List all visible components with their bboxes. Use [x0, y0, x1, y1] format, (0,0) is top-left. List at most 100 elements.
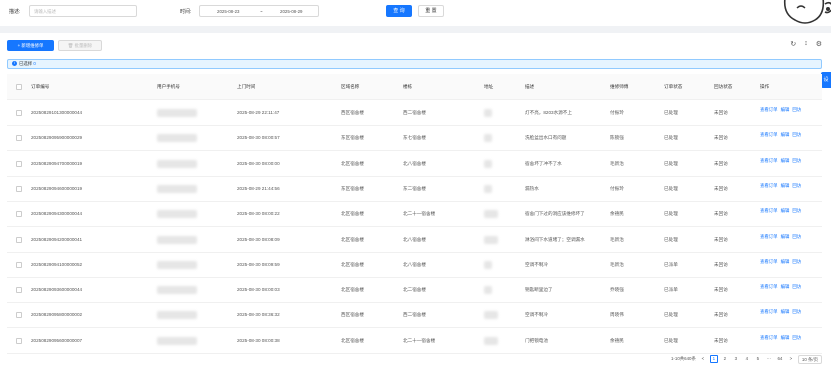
view-order-link[interactable]: 查看订单: [760, 234, 778, 239]
column-height-icon[interactable]: ↕: [804, 40, 808, 50]
desc-label: 描述:: [9, 9, 21, 15]
row-checkbox[interactable]: [16, 110, 22, 116]
actions-cell: 查看订单 编辑 回访: [760, 183, 818, 189]
pagination: 1-10共640条 < 1 2 3 4 5 ··· 64 > 10 条/页: [671, 354, 822, 364]
revisit-link[interactable]: 回访: [792, 107, 801, 112]
page-4[interactable]: 4: [743, 355, 751, 363]
worker-cell: 余禧民: [610, 337, 624, 343]
next-page-button[interactable]: >: [787, 355, 795, 363]
side-settings-tab[interactable]: 设: [821, 72, 831, 88]
add-repair-order-button[interactable]: + 新增维修单: [7, 40, 54, 51]
select-all-checkbox[interactable]: [16, 84, 22, 90]
page-1[interactable]: 1: [709, 355, 718, 363]
edit-link[interactable]: 编辑: [781, 234, 790, 239]
revisit-link[interactable]: 回访: [792, 284, 801, 289]
desc-input[interactable]: 请输入描述: [29, 5, 137, 17]
row-checkbox[interactable]: [16, 337, 22, 344]
date-start[interactable]: 2025-08-23: [217, 9, 239, 14]
reset-button[interactable]: 重 置: [418, 5, 444, 17]
date-range-picker[interactable]: 2025-08-23 ~ 2025-08-29: [199, 5, 319, 17]
view-order-link[interactable]: 查看订单: [760, 132, 778, 137]
description-cell: 宿舍门下过的洞应该维修坏了: [525, 211, 585, 217]
col-worker: 维修师傅: [610, 84, 629, 89]
date-end[interactable]: 2025-08-29: [280, 9, 302, 14]
table-row: 20250829094700000019 2025-08-30 08:00:00 北…: [7, 151, 822, 177]
row-checkbox[interactable]: [16, 261, 22, 268]
row-checkbox[interactable]: [16, 287, 22, 294]
edit-link[interactable]: 编辑: [781, 335, 790, 340]
edit-link[interactable]: 编辑: [781, 132, 790, 137]
followup-status-cell: 未回访: [714, 185, 728, 191]
followup-status-cell: 未回访: [714, 261, 728, 267]
revisit-link[interactable]: 回访: [792, 335, 801, 340]
view-order-link[interactable]: 查看订单: [760, 309, 778, 314]
revisit-link[interactable]: 回访: [792, 158, 801, 163]
revisit-link[interactable]: 回访: [792, 132, 801, 137]
delete-icon: 🗑: [67, 43, 74, 48]
query-button[interactable]: 查 询: [386, 5, 412, 17]
table-row: 20250829101300000044 2025-08-29 22:11:47 西…: [7, 100, 822, 126]
col-description: 描述: [525, 84, 535, 89]
row-checkbox[interactable]: [16, 160, 22, 167]
description-cell: 宿舍坏了冲不了水: [525, 160, 562, 166]
edit-link[interactable]: 编辑: [781, 107, 790, 112]
revisit-link[interactable]: 回访: [792, 309, 801, 314]
edit-link[interactable]: 编辑: [781, 284, 790, 289]
order-no-cell: 20250829093600000044: [31, 287, 83, 293]
building-cell: 北八宿舍楼: [403, 261, 426, 267]
row-checkbox[interactable]: [16, 211, 22, 218]
order-status-cell: 已处理: [664, 312, 678, 318]
view-order-link[interactable]: 查看订单: [760, 158, 778, 163]
row-checkbox[interactable]: [16, 135, 22, 142]
row-checkbox[interactable]: [16, 185, 22, 192]
row-checkbox[interactable]: [16, 312, 22, 319]
worker-cell: 陈锁强: [610, 135, 624, 141]
page-2[interactable]: 2: [721, 355, 729, 363]
actions-cell: 查看订单 编辑 回访: [760, 234, 818, 240]
area-cell: 西区宿舍楼: [341, 312, 364, 318]
revisit-link[interactable]: 回访: [792, 208, 801, 213]
phone-cell-redacted: [157, 336, 197, 345]
visit-time-cell: 2025-08-30 08:00:00: [237, 160, 280, 166]
view-order-link[interactable]: 查看订单: [760, 183, 778, 188]
view-order-link[interactable]: 查看订单: [760, 284, 778, 289]
prev-page-button[interactable]: <: [699, 355, 707, 363]
revisit-link[interactable]: 回访: [792, 234, 801, 239]
phone-cell-redacted: [157, 260, 197, 269]
address-cell-redacted: [484, 184, 492, 193]
edit-link[interactable]: 编辑: [781, 158, 790, 163]
building-cell: 北八宿舍楼: [403, 236, 426, 242]
view-order-link[interactable]: 查看订单: [760, 335, 778, 340]
page-size-select[interactable]: 10 条/页: [797, 354, 822, 364]
building-cell: 西二宿舍楼: [403, 110, 426, 115]
revisit-link[interactable]: 回访: [792, 259, 801, 264]
edit-link[interactable]: 编辑: [781, 259, 790, 264]
description-cell: 钥匙断里边了: [525, 287, 553, 293]
revisit-link[interactable]: 回访: [792, 183, 801, 188]
address-cell-redacted: [484, 109, 492, 117]
setting-icon[interactable]: ⚙: [816, 40, 822, 50]
order-status-cell: 已处理: [664, 160, 678, 166]
jump-next-ellipsis[interactable]: ···: [765, 355, 773, 363]
page-3[interactable]: 3: [732, 355, 740, 363]
edit-link[interactable]: 编辑: [781, 309, 790, 314]
col-order-no: 订单编号: [31, 84, 50, 89]
area-cell: 东区宿舍楼: [341, 185, 364, 191]
address-cell-redacted: [484, 159, 492, 168]
order-status-cell: 已处理: [664, 236, 678, 242]
page-5[interactable]: 5: [754, 355, 762, 363]
address-cell-redacted: [484, 336, 498, 345]
row-checkbox[interactable]: [16, 236, 22, 243]
reload-icon[interactable]: ↻: [790, 40, 796, 50]
order-status-cell: 已派单: [664, 287, 678, 293]
view-order-link[interactable]: 查看订单: [760, 208, 778, 213]
followup-status-cell: 未回访: [714, 160, 728, 166]
edit-link[interactable]: 编辑: [781, 208, 790, 213]
edit-link[interactable]: 编辑: [781, 183, 790, 188]
actions-cell: 查看订单 编辑 回访: [760, 208, 818, 214]
view-order-link[interactable]: 查看订单: [760, 107, 778, 112]
pagination-total: 1-10共640条: [670, 356, 696, 361]
page-64[interactable]: 64: [776, 355, 784, 363]
view-order-link[interactable]: 查看订单: [760, 259, 778, 264]
batch-delete-button: 🗑 批量删除: [58, 40, 102, 51]
